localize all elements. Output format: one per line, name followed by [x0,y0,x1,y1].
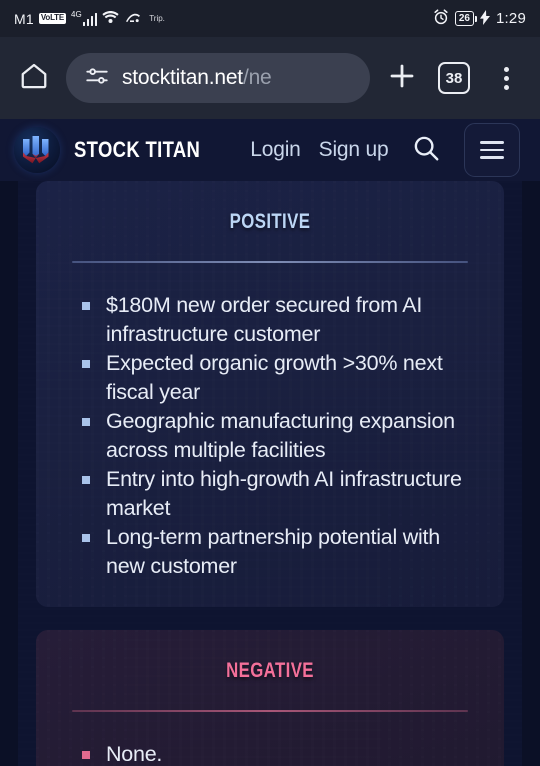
list-item: Geographic manufacturing expansion acros… [82,407,476,465]
list-item: None. [82,740,476,766]
negative-card: Negative None. [36,630,504,766]
positive-list: $180M new order secured from AI infrastr… [60,291,480,581]
list-item: Long-term partnership potential with new… [82,523,476,581]
carrier-label: M1 [14,10,34,27]
stocktitan-logo[interactable] [14,127,60,173]
android-status-bar: M1 VoLTE 4G Trip. 26 1:29 [0,0,540,37]
search-icon [411,133,441,168]
home-icon [19,61,49,96]
list-item: $180M new order secured from AI infrastr… [82,291,476,349]
home-button[interactable] [14,58,54,98]
negative-divider [72,709,468,712]
url-path: /ne [242,66,272,89]
more-vertical-icon [503,66,509,90]
new-tab-button[interactable] [382,58,422,98]
volte-badge: VoLTE [38,13,67,24]
list-item: Entry into high-growth AI infrastructure… [82,465,476,523]
phone-screen: M1 VoLTE 4G Trip. 26 1:29 stocktitan.net… [0,0,540,766]
positive-section-title: Positive [229,202,311,235]
positive-card: Positive $180M new order secured from AI… [36,181,504,607]
browser-toolbar: stocktitan.net/ne 38 [0,37,540,119]
mobile-menu-button[interactable] [464,123,521,177]
battery-indicator: 26 [454,11,478,26]
vpn-key-icon [124,11,142,27]
negative-list: None. [60,740,480,766]
cellular-signal-icon: 4G [71,10,98,26]
tab-switcher-button[interactable]: 38 [434,58,474,98]
negative-section-title: Negative [226,651,314,684]
wifi-icon [102,10,119,27]
url-text[interactable]: stocktitan.net/ne [122,66,272,90]
tab-count-label: 38 [438,62,470,94]
plus-icon [386,60,418,97]
url-domain: stocktitan.net [122,66,243,89]
alarm-icon [433,9,449,28]
list-item: Expected organic growth >30% next fiscal… [82,349,476,407]
login-link[interactable]: Login [250,138,301,162]
search-button[interactable] [406,130,446,170]
positive-divider [72,260,468,263]
site-settings-icon[interactable] [84,63,110,94]
page-content: Positive $180M new order secured from AI… [0,181,540,766]
trip-app-label: Trip. [149,14,165,23]
address-bar[interactable]: stocktitan.net/ne [66,53,370,103]
content-wrapper: Positive $180M new order secured from AI… [18,181,522,766]
hamburger-icon [480,141,505,159]
signup-link[interactable]: Sign up [319,138,389,162]
browser-menu-button[interactable] [486,58,526,98]
charging-bolt-icon [480,9,490,28]
status-bar-clock: 1:29 [496,10,526,27]
brand-name[interactable]: STOCK TITAN [74,137,200,163]
network-generation-label: 4G [71,10,82,19]
site-header: STOCK TITAN Login Sign up [0,119,540,181]
